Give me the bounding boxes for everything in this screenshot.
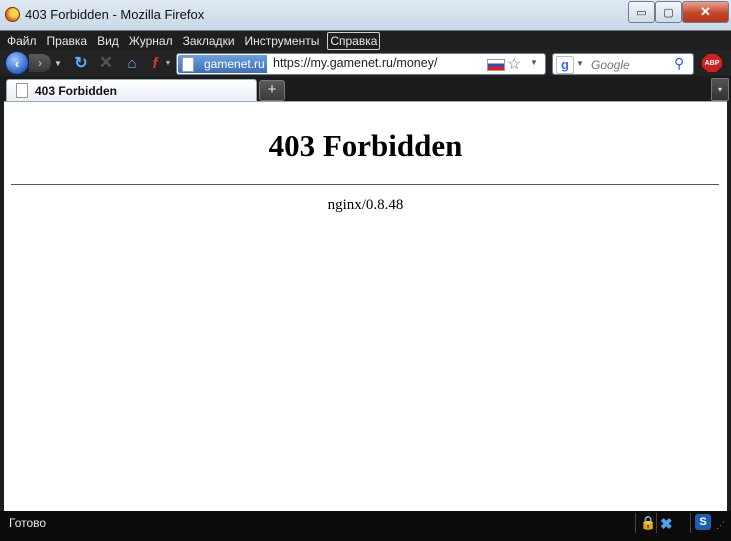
window-title: 403 Forbidden - Mozilla Firefox (25, 7, 205, 22)
russia-flag-icon[interactable] (487, 59, 505, 71)
divider (11, 184, 719, 185)
resize-grip-icon[interactable]: ⋰ (716, 520, 725, 531)
title-bar: 403 Forbidden - Mozilla Firefox ▭ ▢ ✕ (0, 0, 731, 30)
close-button[interactable]: ✕ (682, 1, 729, 23)
forward-arrow-icon: › (38, 56, 42, 70)
menu-bookmarks[interactable]: Закладки (181, 33, 237, 49)
google-engine-icon[interactable]: g (556, 56, 574, 74)
minimize-button[interactable]: ▭ (628, 1, 655, 23)
url-dropdown-icon[interactable]: ▼ (530, 58, 538, 67)
reload-button[interactable]: ↻ (72, 54, 90, 72)
maximize-button[interactable]: ▢ (655, 1, 682, 23)
addon-x-icon[interactable]: ✖ (660, 515, 676, 533)
search-bar: g ▼ ⚲ (552, 53, 694, 75)
firefox-logo-icon (5, 7, 20, 22)
page-heading: 403 Forbidden (268, 128, 463, 163)
flash-icon: f (152, 54, 158, 72)
forward-button[interactable]: › (29, 54, 51, 72)
server-signature: nginx/0.8.48 (327, 197, 404, 213)
flash-dropdown-icon[interactable]: ▼ (164, 57, 172, 69)
back-button[interactable]: ‹ (6, 52, 28, 74)
menu-view[interactable]: Вид (95, 33, 121, 49)
menu-help[interactable]: Справка (327, 31, 381, 50)
history-dropdown-icon[interactable]: ▼ (53, 56, 63, 70)
search-go-icon[interactable]: ⚲ (674, 55, 684, 72)
lock-icon[interactable]: 🔒 (640, 515, 656, 530)
back-arrow-icon: ‹ (14, 55, 20, 71)
status-text: Готово (9, 516, 47, 530)
close-icon: ✕ (700, 4, 711, 19)
menu-edit[interactable]: Правка (45, 33, 90, 49)
maximize-icon: ▢ (663, 6, 674, 19)
minimize-icon: ▭ (636, 6, 647, 19)
page-icon (16, 83, 28, 98)
menu-tools[interactable]: Инструменты (243, 33, 322, 49)
menu-file[interactable]: Файл (5, 33, 39, 49)
url-bar[interactable]: gamenet.ru https://my.gamenet.ru/money/ … (176, 53, 546, 75)
page-icon (182, 57, 194, 72)
chevron-down-icon: ▾ (717, 85, 722, 94)
site-identity-label: gamenet.ru (204, 57, 265, 71)
abp-icon: ABP (704, 59, 720, 67)
firefox-window: 403 Forbidden - Mozilla Firefox ▭ ▢ ✕ Фа… (0, 0, 731, 541)
stop-icon: ✕ (98, 53, 114, 72)
stop-button[interactable]: ✕ (97, 53, 115, 72)
tab-active[interactable]: 403 Forbidden (6, 79, 257, 102)
search-engine-dropdown-icon[interactable]: ▼ (576, 59, 584, 68)
bookmark-star-icon[interactable]: ☆ (507, 54, 521, 74)
tab-strip: 403 Forbidden + ▾ (0, 76, 731, 102)
search-input[interactable] (589, 55, 677, 74)
flash-button[interactable]: f (146, 54, 164, 72)
status-divider (690, 513, 691, 533)
reload-icon: ↻ (74, 55, 88, 72)
home-button[interactable]: ⌂ (123, 54, 141, 72)
site-identity-button[interactable]: gamenet.ru (178, 55, 267, 73)
new-tab-button[interactable]: + (259, 80, 285, 101)
status-divider (635, 513, 636, 533)
tab-label: 403 Forbidden (35, 84, 118, 98)
plus-icon: + (267, 81, 277, 98)
addon-s-icon[interactable]: S (695, 514, 711, 530)
page-content: 403 Forbidden nginx/0.8.48 (4, 101, 727, 512)
url-text[interactable]: https://my.gamenet.ru/money/ (273, 56, 437, 70)
menu-bar: Файл Правка Вид Журнал Закладки Инструме… (0, 31, 731, 50)
adblock-plus-button[interactable]: ABP (702, 54, 722, 72)
home-icon: ⌂ (127, 54, 137, 72)
navigation-toolbar: ‹ › ▼ ↻ ✕ ⌂ f ▼ gamenet.ru https://my.ga… (0, 50, 731, 76)
list-all-tabs-button[interactable]: ▾ (711, 78, 729, 101)
status-divider (656, 513, 657, 533)
status-bar: Готово 🔒 ✖ S ⋰ (0, 511, 731, 541)
menu-history[interactable]: Журнал (127, 33, 175, 49)
